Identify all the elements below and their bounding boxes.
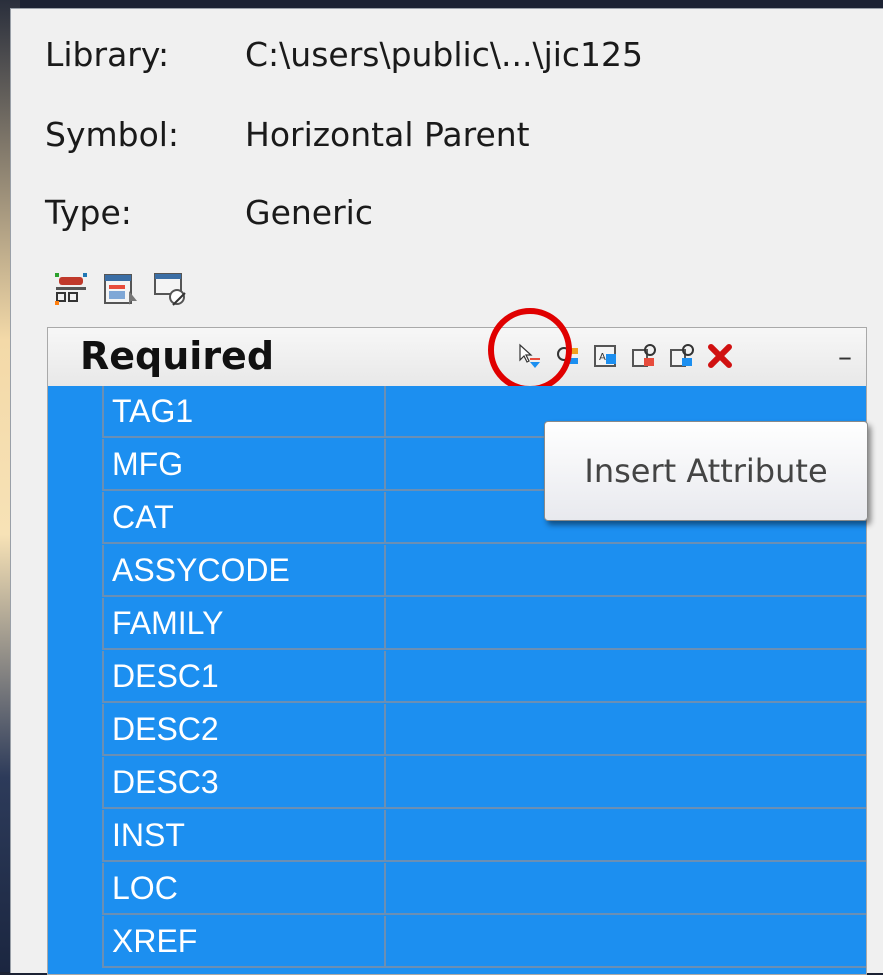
symbol-attributes-panel: Library: C:\users\public\...\jic125 Symb… — [10, 8, 883, 975]
row-selector[interactable] — [48, 704, 102, 757]
edit-attribute-icon[interactable] — [630, 342, 658, 370]
section-header-toolbar: A — [516, 342, 734, 370]
move-attribute-icon[interactable] — [554, 342, 582, 370]
row-selector[interactable] — [48, 916, 102, 969]
insert-attribute-editor-icon[interactable] — [103, 271, 139, 307]
insert-attribute-tooltip: Insert Attribute — [544, 421, 868, 521]
attribute-value-cell[interactable] — [384, 651, 866, 703]
attribute-name-cell[interactable]: TAG1 — [102, 386, 384, 438]
table-row[interactable]: DESC3 — [48, 757, 866, 810]
symbol-label: Symbol: — [45, 114, 180, 154]
library-value: C:\users\public\...\jic125 — [245, 34, 644, 74]
type-value: Generic — [245, 192, 373, 232]
svg-text:A: A — [599, 352, 606, 363]
library-label: Library: — [45, 34, 170, 74]
row-selector[interactable] — [48, 598, 102, 651]
attribute-value-cell[interactable] — [384, 598, 866, 650]
insert-attribute-icon[interactable] — [516, 342, 544, 370]
symbol-row: Symbol: Horizontal Parent — [45, 109, 530, 159]
attribute-name-cell[interactable]: FAMILY — [102, 598, 384, 650]
attribute-value-cell[interactable] — [384, 810, 866, 862]
row-selector[interactable] — [48, 651, 102, 704]
section-title: Required — [80, 334, 275, 378]
table-row[interactable]: LOC — [48, 863, 866, 916]
attribute-value-cell[interactable] — [384, 757, 866, 809]
table-row[interactable]: INST — [48, 810, 866, 863]
attribute-name-cell[interactable]: INST — [102, 810, 384, 862]
row-selector[interactable] — [48, 386, 102, 439]
attribute-name-cell[interactable]: CAT — [102, 492, 384, 544]
top-toolbar — [53, 265, 189, 313]
attribute-value-cell[interactable] — [384, 545, 866, 597]
attribute-name-cell[interactable]: XREF — [102, 916, 384, 968]
row-selector[interactable] — [48, 863, 102, 916]
table-row[interactable]: DESC1 — [48, 651, 866, 704]
tooltip-text: Insert Attribute — [584, 452, 828, 490]
delete-attribute-icon[interactable] — [706, 342, 734, 370]
symbol-value: Horizontal Parent — [245, 114, 530, 154]
attribute-name-cell[interactable]: DESC1 — [102, 651, 384, 703]
row-selector[interactable] — [48, 757, 102, 810]
row-selector[interactable] — [48, 545, 102, 598]
attribute-name-cell[interactable]: LOC — [102, 863, 384, 915]
section-header: Required A – — [48, 308, 866, 392]
attribute-name-cell[interactable]: DESC3 — [102, 757, 384, 809]
type-row: Type: Generic — [45, 187, 373, 237]
attribute-value-cell[interactable] — [384, 863, 866, 915]
table-row[interactable]: ASSYCODE — [48, 545, 866, 598]
row-selector[interactable] — [48, 492, 102, 545]
attribute-template-icon[interactable] — [53, 271, 89, 307]
attribute-value-cell[interactable] — [384, 916, 866, 968]
table-row[interactable]: FAMILY — [48, 598, 866, 651]
hide-attribute-icon[interactable] — [668, 342, 696, 370]
attribute-value-cell[interactable] — [384, 704, 866, 756]
type-label: Type: — [45, 192, 132, 232]
properties-edit-icon[interactable] — [153, 271, 189, 307]
attribute-name-cell[interactable]: ASSYCODE — [102, 545, 384, 597]
table-row[interactable]: DESC2 — [48, 704, 866, 757]
attribute-name-cell[interactable]: DESC2 — [102, 704, 384, 756]
library-row: Library: C:\users\public\...\jic125 — [45, 29, 643, 79]
rename-attribute-icon[interactable]: A — [592, 342, 620, 370]
row-selector[interactable] — [48, 439, 102, 492]
attribute-name-cell[interactable]: MFG — [102, 439, 384, 491]
table-row[interactable]: XREF — [48, 916, 866, 969]
row-selector[interactable] — [48, 810, 102, 863]
collapse-section-button[interactable]: – — [838, 340, 852, 373]
